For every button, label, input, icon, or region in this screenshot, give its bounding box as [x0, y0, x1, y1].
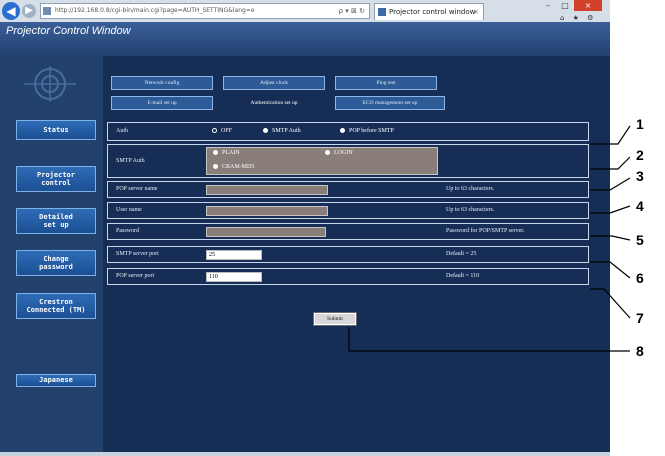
- smtp-auth-options: PLAIN LOGIN CRAM-MD5: [206, 147, 438, 175]
- pop-server-name-input[interactable]: [206, 185, 328, 195]
- user-name-input[interactable]: [206, 206, 328, 216]
- pop-server-name-note: Up to 63 characters.: [446, 186, 495, 192]
- user-name-row: User name Up to 63 characters.: [107, 202, 589, 219]
- close-window-button[interactable]: ×: [574, 0, 602, 11]
- smtp-login-label: LOGIN: [334, 150, 353, 156]
- submit-button[interactable]: Submit: [313, 312, 357, 326]
- smtp-cram-label: CRAM-MD5: [222, 164, 255, 170]
- callout-number-1: 1: [636, 116, 644, 132]
- app-title-bar: Projector Control Window: [0, 22, 610, 56]
- tab-network-config[interactable]: Network config: [111, 76, 213, 90]
- sidebar-item-crestron[interactable]: Crestron Connected (TM): [16, 293, 96, 319]
- sidebar-item-projector-control[interactable]: Projector control: [16, 166, 96, 192]
- address-text: http://192.168.0.8/cgi-bin/main.cgi?page…: [55, 7, 255, 14]
- tab-adjust-clock[interactable]: Adjust clock: [223, 76, 325, 90]
- window-controls: – □ ×: [540, 0, 610, 12]
- pop-server-port-label: POP server port: [116, 273, 155, 279]
- user-name-label: User name: [116, 207, 142, 213]
- callout-number-6: 6: [636, 270, 644, 286]
- browser-bottom-border: [0, 452, 610, 456]
- tab-favicon-icon: [378, 8, 386, 16]
- page-title: Projector Control Window: [6, 25, 131, 37]
- pop-server-port-note: Default = 110: [446, 273, 480, 279]
- sidebar-item-change-password[interactable]: Change password: [16, 250, 96, 276]
- browser-tab[interactable]: Projector control window ×: [374, 3, 484, 20]
- sidebar-item-detailed-setup[interactable]: Detailed set up: [16, 208, 96, 234]
- sidebar-item-status[interactable]: Status: [16, 120, 96, 140]
- projector-control-app: Projector Control Window Status Projecto…: [0, 22, 610, 452]
- tab-title: Projector control window: [389, 8, 476, 16]
- auth-pop-label: POP before SMTP: [349, 128, 394, 134]
- maximize-button[interactable]: □: [557, 0, 573, 11]
- browser-menu-icons[interactable]: ⌂ ★ ⚙: [560, 14, 596, 22]
- radio-selected-icon: [340, 128, 345, 134]
- pop-server-port-input[interactable]: 110: [206, 272, 262, 282]
- password-note: Password for POP/SMTP server.: [446, 228, 525, 234]
- callout-number-4: 4: [636, 198, 644, 214]
- sidebar-item-japanese[interactable]: Japanese: [16, 374, 96, 387]
- smtp-login-radio[interactable]: LOGIN: [325, 150, 353, 156]
- smtp-cram-md5-radio[interactable]: CRAM-MD5: [213, 164, 254, 170]
- auth-off-label: OFF: [221, 128, 233, 134]
- back-arrow-icon[interactable]: ◀: [2, 2, 20, 20]
- password-label: Password: [116, 228, 140, 234]
- page-icon: [43, 7, 51, 15]
- password-row: Password Password for POP/SMTP server.: [107, 223, 589, 240]
- callout-number-2: 2: [636, 147, 644, 163]
- callout-number-3: 3: [636, 168, 644, 184]
- tab-authentication-setup[interactable]: Authentication set up: [223, 96, 325, 110]
- tab-close-icon[interactable]: ×: [473, 4, 479, 20]
- radio-unselected-icon: [212, 128, 217, 134]
- callout-number-5: 5: [636, 232, 644, 248]
- smtp-plain-radio[interactable]: PLAIN: [213, 150, 240, 156]
- forward-arrow-icon[interactable]: ▶: [22, 4, 36, 18]
- tab-eco-management-setup[interactable]: ECO management set up: [335, 96, 445, 110]
- smtp-server-port-label: SMTP server port: [116, 251, 159, 257]
- tab-email-setup[interactable]: E-mail set up: [111, 96, 213, 110]
- user-name-note: Up to 63 characters.: [446, 207, 495, 213]
- tab-ping-test[interactable]: Ping test: [335, 76, 437, 90]
- projector-logo-icon: [24, 66, 76, 102]
- auth-row: Auth OFF SMTP Auth POP before SMTP: [107, 122, 589, 141]
- browser-toolbar: ◀ ▶ http://192.168.0.8/cgi-bin/main.cgi?…: [0, 0, 610, 22]
- smtp-server-port-row: SMTP server port 25 Default = 25: [107, 246, 589, 263]
- smtp-auth-row: SMTP Auth PLAIN LOGIN CRAM-MD5: [107, 144, 589, 178]
- pop-server-port-row: POP server port 110 Default = 110: [107, 268, 589, 285]
- auth-label: Auth: [116, 128, 128, 134]
- minimize-button[interactable]: –: [540, 0, 556, 11]
- radio-selected-icon: [263, 128, 268, 134]
- radio-icon: [325, 150, 330, 156]
- pop-server-name-label: POP server name: [116, 186, 158, 192]
- callout-number-7: 7: [636, 310, 644, 326]
- radio-icon: [213, 164, 218, 170]
- pop-server-name-row: POP server name Up to 63 characters.: [107, 181, 589, 198]
- smtp-server-port-note: Default = 25: [446, 251, 477, 257]
- address-tools-icons[interactable]: ρ ▾ ⊠ ↻: [339, 4, 365, 18]
- callout-number-8: 8: [636, 343, 644, 359]
- auth-smtp-label: SMTP Auth: [272, 128, 301, 134]
- sidebar: Status Projector control Detailed set up…: [0, 56, 103, 452]
- address-bar[interactable]: http://192.168.0.8/cgi-bin/main.cgi?page…: [40, 3, 370, 19]
- smtp-server-port-input[interactable]: 25: [206, 250, 262, 260]
- auth-smtp-radio[interactable]: SMTP Auth: [263, 128, 301, 134]
- password-input[interactable]: [206, 227, 326, 237]
- radio-icon: [213, 150, 218, 156]
- auth-pop-before-smtp-radio[interactable]: POP before SMTP: [340, 128, 394, 134]
- smtp-auth-label: SMTP Auth: [116, 158, 145, 164]
- main-panel: Network config Adjust clock Ping test E-…: [103, 56, 610, 452]
- smtp-plain-label: PLAIN: [222, 150, 240, 156]
- auth-off-radio[interactable]: OFF: [212, 128, 232, 134]
